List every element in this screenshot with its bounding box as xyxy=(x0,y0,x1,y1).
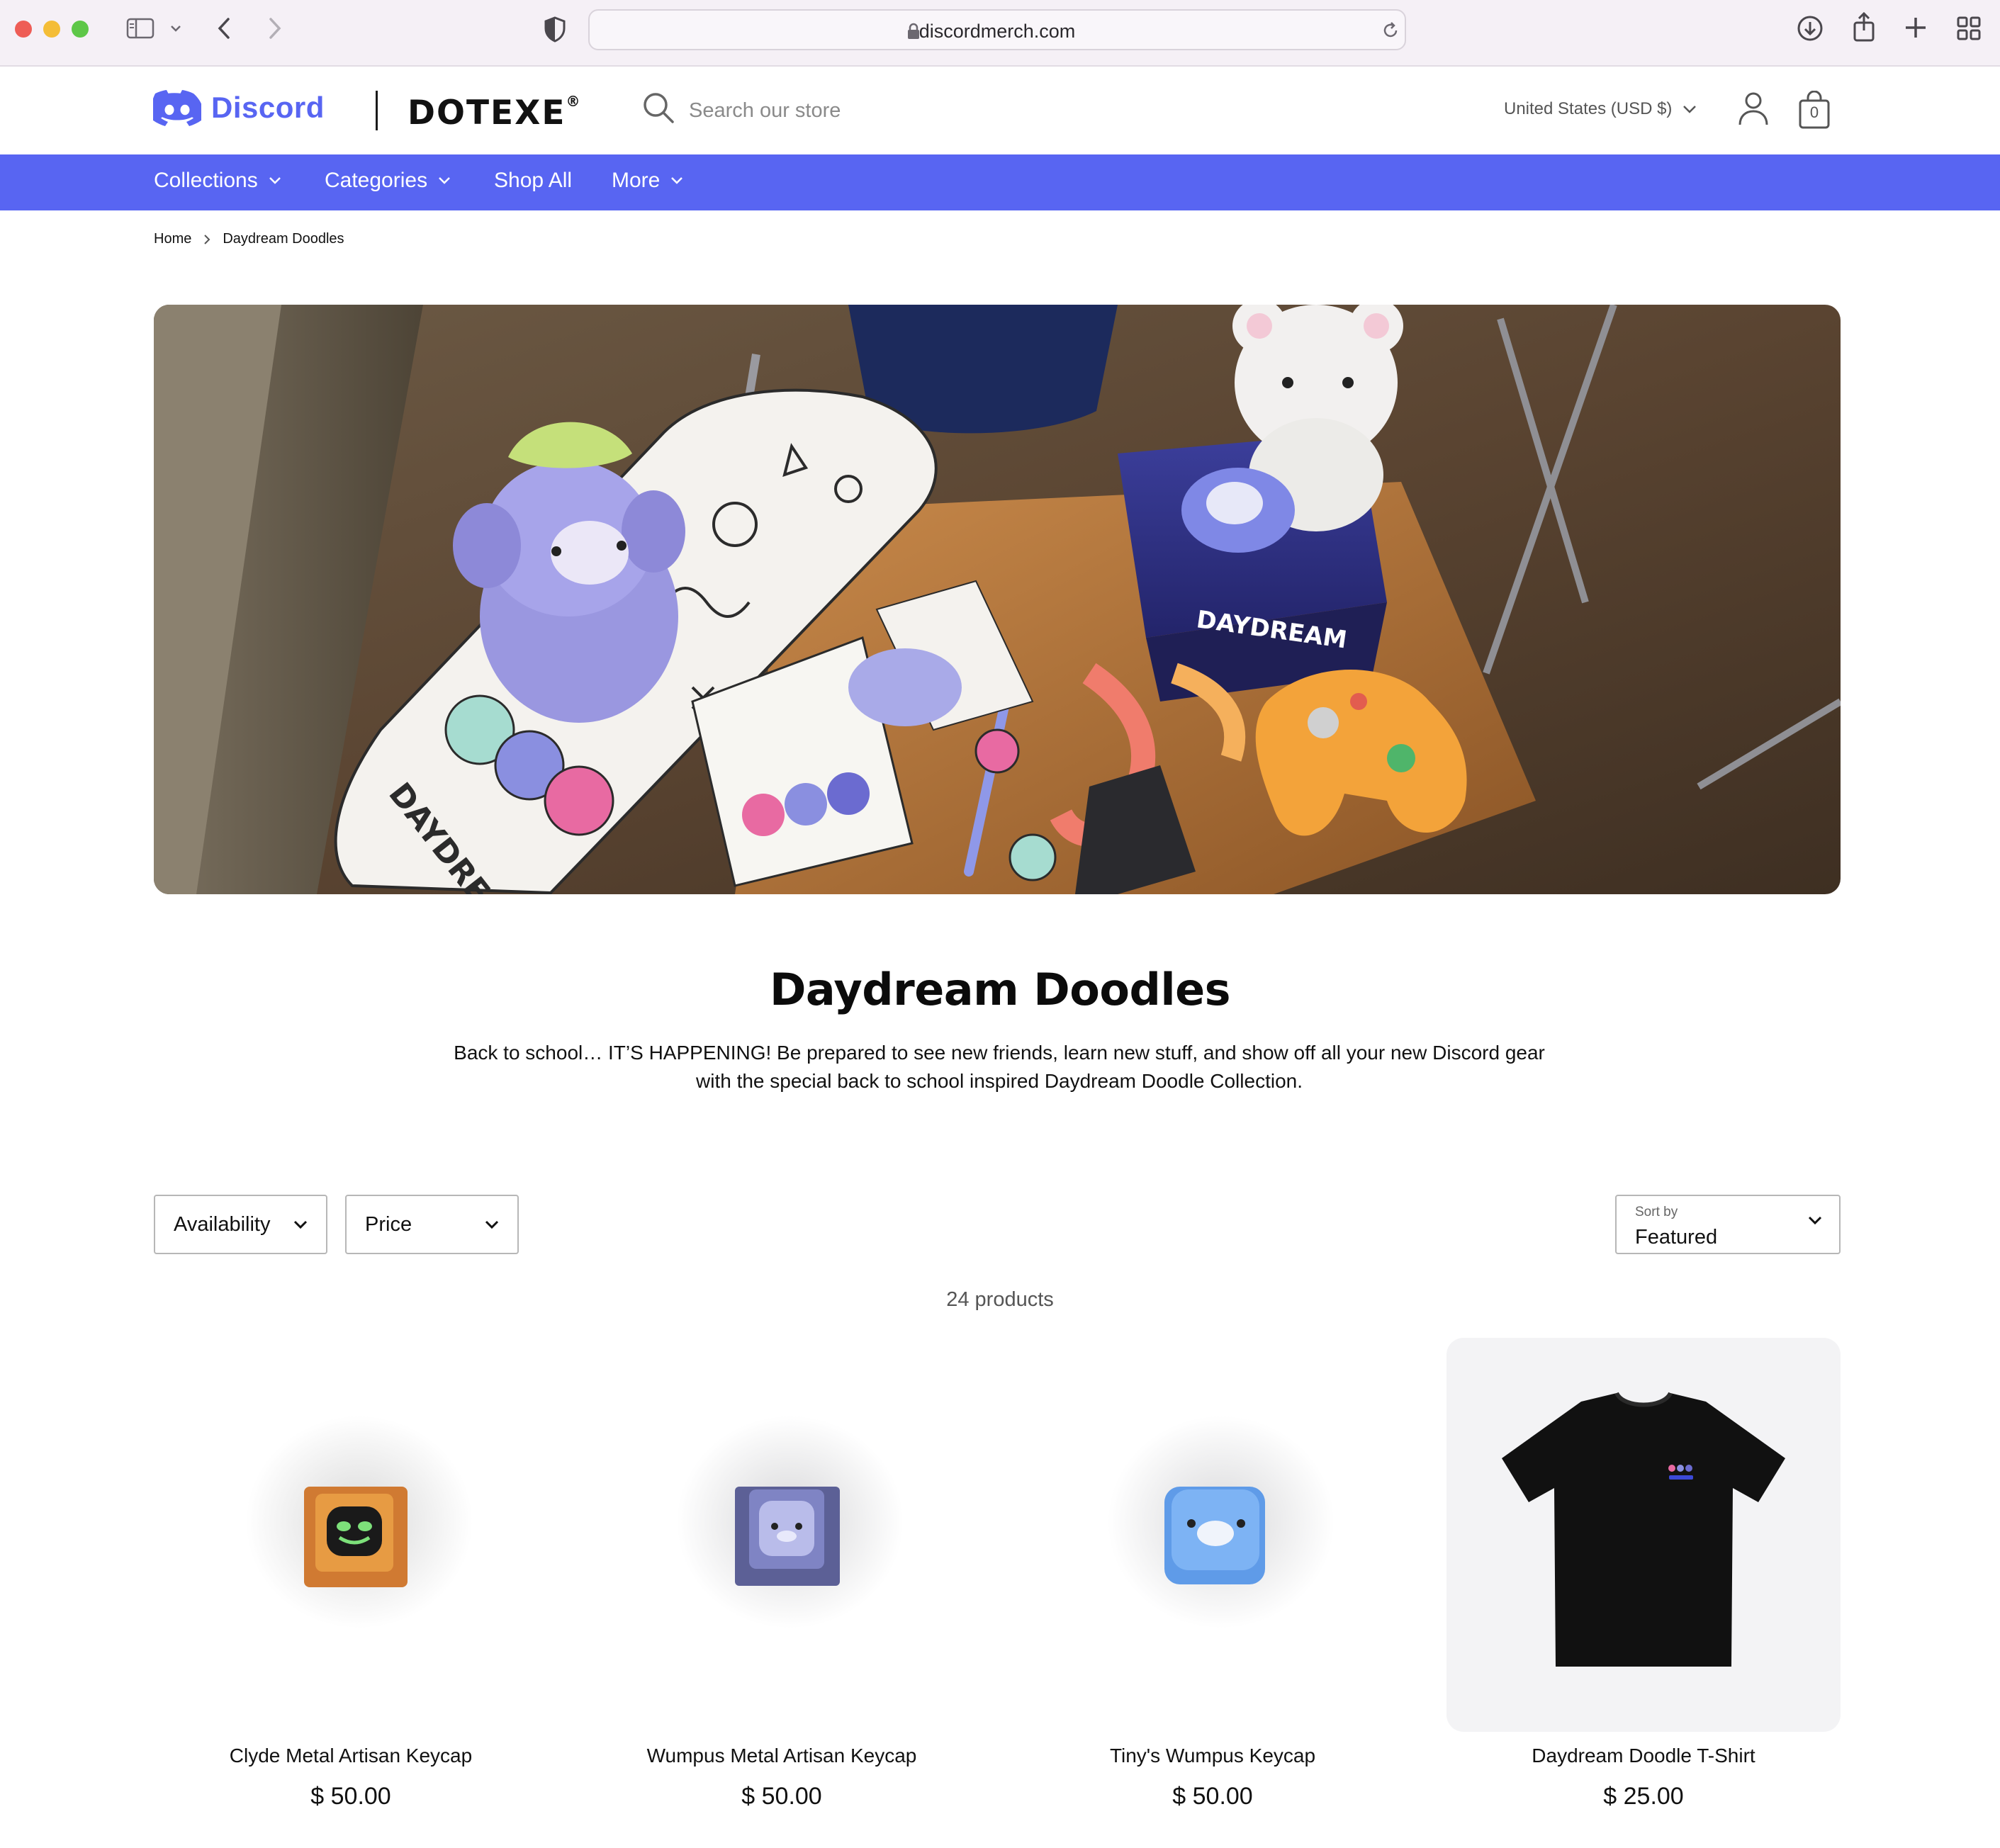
product-image[interactable] xyxy=(585,1338,979,1732)
chevron-down-icon xyxy=(1683,106,1697,113)
product-price: $ 50.00 xyxy=(1172,1783,1253,1810)
chevron-down-icon xyxy=(293,1220,308,1229)
product-image[interactable] xyxy=(154,1338,548,1732)
cart-count: 0 xyxy=(1809,103,1819,121)
price-filter[interactable]: Price xyxy=(345,1195,519,1254)
minimize-window-button[interactable] xyxy=(43,21,60,38)
nav-item-more[interactable]: More xyxy=(612,169,684,193)
hero-photo: DAYDREAM DAYDREAM xyxy=(154,305,1841,894)
product-card[interactable]: Daydream Doodle T-Shirt $ 25.00 xyxy=(1446,1338,1841,1810)
tab-overview-icon[interactable] xyxy=(1956,16,1982,41)
account-icon[interactable] xyxy=(1738,91,1769,130)
new-tab-icon[interactable] xyxy=(1904,16,1928,40)
forward-arrow-icon[interactable] xyxy=(264,16,285,41)
downloads-icon[interactable] xyxy=(1796,14,1824,43)
nav-item-label: Shop All xyxy=(494,169,573,192)
collection-description: Back to school… IT’S HAPPENING! Be prepa… xyxy=(454,1042,1545,1092)
nav-item-label: Collections xyxy=(154,169,258,192)
registered-mark: ® xyxy=(566,93,582,111)
product-price: $ 50.00 xyxy=(310,1783,391,1810)
breadcrumb-home-link[interactable]: Home xyxy=(154,231,191,247)
logo-divider xyxy=(376,91,378,130)
nav-item-label: Categories xyxy=(325,169,428,192)
dotexe-logo[interactable]: DOTEXE® xyxy=(408,93,582,133)
product-name[interactable]: Clyde Metal Artisan Keycap xyxy=(154,1745,548,1767)
back-arrow-icon[interactable] xyxy=(214,16,235,41)
product-image[interactable] xyxy=(1446,1338,1841,1732)
product-image[interactable] xyxy=(1016,1338,1410,1732)
site-header: Discord DOTEXE® United States (USD $) 0 xyxy=(0,67,2000,154)
dotexe-wordmark: DOTEXE xyxy=(408,94,566,133)
nav-item-label: More xyxy=(612,169,661,192)
page-title: Daydream Doodles xyxy=(769,964,1231,1015)
chevron-right-icon xyxy=(204,234,210,244)
breadcrumb: Home Daydream Doodles xyxy=(154,231,344,247)
search-input[interactable] xyxy=(689,94,1114,128)
hero-banner: DAYDREAM DAYDREAM xyxy=(154,305,1841,894)
chevron-down-icon xyxy=(485,1220,499,1229)
main-navigation: Collections Categories Shop All More xyxy=(0,154,2000,210)
discord-logo[interactable]: Discord xyxy=(153,88,325,128)
product-name[interactable]: Tiny's Wumpus Keycap xyxy=(1016,1745,1410,1767)
product-card[interactable]: Tiny's Wumpus Keycap $ 50.00 xyxy=(1016,1338,1410,1810)
product-count: 24 products xyxy=(946,1288,1054,1311)
product-name[interactable]: Daydream Doodle T-Shirt xyxy=(1446,1745,1841,1767)
tiny-wumpus-keycap-icon xyxy=(1108,1416,1335,1628)
chevron-down-icon[interactable] xyxy=(169,23,183,34)
nav-item-categories[interactable]: Categories xyxy=(325,169,451,193)
reload-icon[interactable] xyxy=(1381,21,1400,40)
close-window-button[interactable] xyxy=(15,21,32,38)
currency-label: United States (USD $) xyxy=(1504,99,1673,118)
currency-selector[interactable]: United States (USD $) xyxy=(1504,99,1697,119)
browser-toolbar: discordmerch.com xyxy=(0,0,2000,67)
sort-label: Sort by xyxy=(1635,1205,1678,1219)
black-tshirt-icon xyxy=(1502,1392,1785,1667)
maximize-window-button[interactable] xyxy=(72,21,89,38)
sidebar-toggle-icon[interactable] xyxy=(126,17,155,40)
filter-label: Price xyxy=(365,1212,412,1236)
product-card[interactable]: Wumpus Metal Artisan Keycap $ 50.00 xyxy=(585,1338,979,1810)
filter-label: Availability xyxy=(174,1212,271,1236)
chevron-down-icon xyxy=(1808,1216,1822,1225)
breadcrumb-current: Daydream Doodles xyxy=(223,231,344,247)
sort-value: Featured xyxy=(1635,1226,1718,1249)
share-icon[interactable] xyxy=(1851,11,1877,43)
sort-select[interactable]: Sort by Featured xyxy=(1615,1195,1841,1254)
product-price: $ 25.00 xyxy=(1603,1783,1684,1810)
search-icon[interactable] xyxy=(641,91,675,128)
discord-icon xyxy=(153,90,201,126)
wumpus-metal-keycap-icon xyxy=(677,1416,904,1628)
cart-icon[interactable]: 0 xyxy=(1797,90,1831,134)
privacy-shield-icon[interactable] xyxy=(543,16,567,43)
discord-wordmark: Discord xyxy=(211,91,325,124)
url-text: discordmerch.com xyxy=(918,21,1076,42)
address-bar[interactable]: discordmerch.com xyxy=(588,9,1406,50)
product-price: $ 50.00 xyxy=(741,1783,822,1810)
chevron-down-icon xyxy=(671,177,683,184)
nav-item-collections[interactable]: Collections xyxy=(154,169,282,193)
chevron-down-icon xyxy=(439,177,450,184)
product-card[interactable]: Clyde Metal Artisan Keycap $ 50.00 xyxy=(154,1338,548,1810)
product-name[interactable]: Wumpus Metal Artisan Keycap xyxy=(585,1745,979,1767)
chevron-down-icon xyxy=(269,177,281,184)
nav-item-shop-all[interactable]: Shop All xyxy=(494,169,572,193)
clyde-keycap-icon xyxy=(246,1416,473,1628)
availability-filter[interactable]: Availability xyxy=(154,1195,327,1254)
